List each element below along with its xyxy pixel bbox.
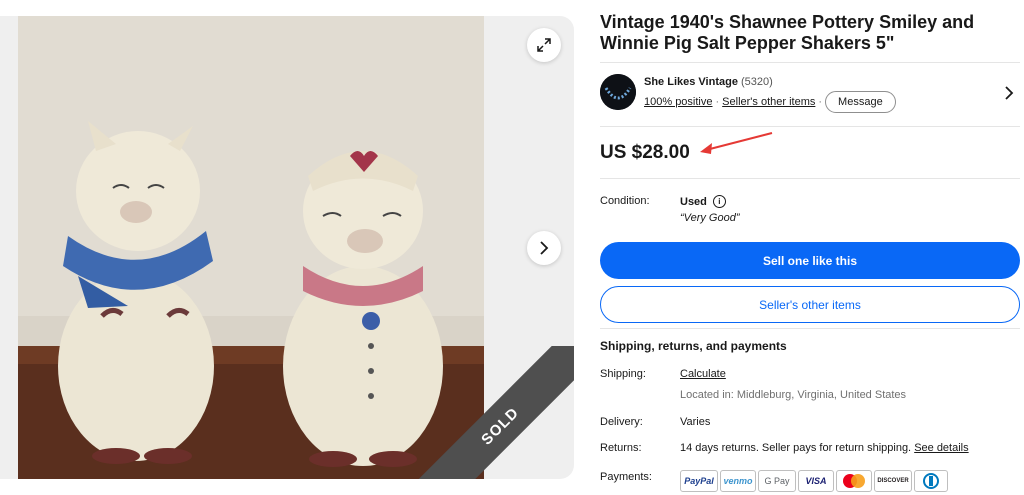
sellers-other-items-button[interactable]: Seller's other items	[600, 286, 1020, 323]
seller-links: 100% positive · Seller's other items · M…	[644, 91, 896, 113]
payment-logos: PayPal venmo G Pay VISA DISCOVER	[680, 470, 948, 492]
delivery-value: Varies	[680, 416, 711, 428]
paypal-logo: PayPal	[680, 470, 718, 492]
separator-dot: ·	[715, 96, 720, 108]
discover-logo: DISCOVER	[874, 470, 912, 492]
next-image-button[interactable]	[527, 231, 561, 265]
venmo-logo: venmo	[720, 470, 756, 492]
condition-value-line: Used i	[680, 195, 726, 208]
shipping-calculate-link[interactable]: Calculate	[680, 368, 726, 380]
divider	[600, 328, 1020, 329]
sold-ribbon: SOLD	[408, 346, 574, 479]
seller-feedback-count: (5320)	[741, 76, 773, 88]
payments-label: Payments:	[600, 471, 652, 483]
mastercard-logo	[836, 470, 872, 492]
seller-other-items-link[interactable]: Seller's other items	[722, 96, 815, 108]
seller-avatar[interactable]	[600, 74, 636, 110]
divider	[600, 62, 1020, 63]
condition-label: Condition:	[600, 195, 650, 207]
separator-dot: ·	[818, 96, 823, 108]
red-arrow-annotation	[700, 132, 773, 154]
seller-name-line: She Likes Vintage (5320)	[644, 76, 773, 88]
info-icon[interactable]: i	[712, 195, 726, 208]
item-location: Located in: Middleburg, Virginia, United…	[680, 389, 907, 401]
positive-feedback-link[interactable]: 100% positive	[644, 96, 713, 108]
returns-value: 14 days returns. Seller pays for return …	[680, 442, 912, 454]
returns-line: 14 days returns. Seller pays for return …	[680, 442, 969, 454]
image-gallery: SOLD	[0, 16, 574, 479]
google-pay-logo: G Pay	[758, 470, 796, 492]
diners-club-logo	[914, 470, 948, 492]
seller-name[interactable]: She Likes Vintage	[644, 76, 738, 88]
visa-logo: VISA	[798, 470, 834, 492]
message-button[interactable]: Message	[825, 91, 896, 113]
condition-value: Used	[680, 195, 707, 208]
delivery-label: Delivery:	[600, 416, 643, 428]
sell-one-like-this-button[interactable]: Sell one like this	[600, 242, 1020, 279]
item-title: Vintage 1940's Shawnee Pottery Smiley an…	[600, 12, 975, 53]
expand-icon	[537, 38, 551, 52]
divider	[600, 126, 1020, 127]
shipping-label: Shipping:	[600, 368, 646, 380]
seller-card: She Likes Vintage (5320) 100% positive ·…	[600, 74, 1020, 118]
returns-label: Returns:	[600, 442, 642, 454]
returns-details-link[interactable]: See details	[914, 442, 968, 454]
chevron-right-icon	[540, 241, 549, 255]
necklace-image	[600, 74, 636, 110]
sold-ribbon-wrapper: SOLD	[380, 346, 574, 479]
seller-chevron-icon[interactable]	[1004, 86, 1014, 105]
divider	[600, 178, 1020, 179]
shipping-section-title: Shipping, returns, and payments	[600, 339, 787, 353]
item-price: US $28.00	[600, 142, 690, 163]
diners-club-icon	[923, 473, 939, 489]
mastercard-circles-icon	[843, 474, 865, 488]
expand-image-button[interactable]	[527, 28, 561, 62]
condition-quote: “Very Good”	[680, 212, 740, 224]
